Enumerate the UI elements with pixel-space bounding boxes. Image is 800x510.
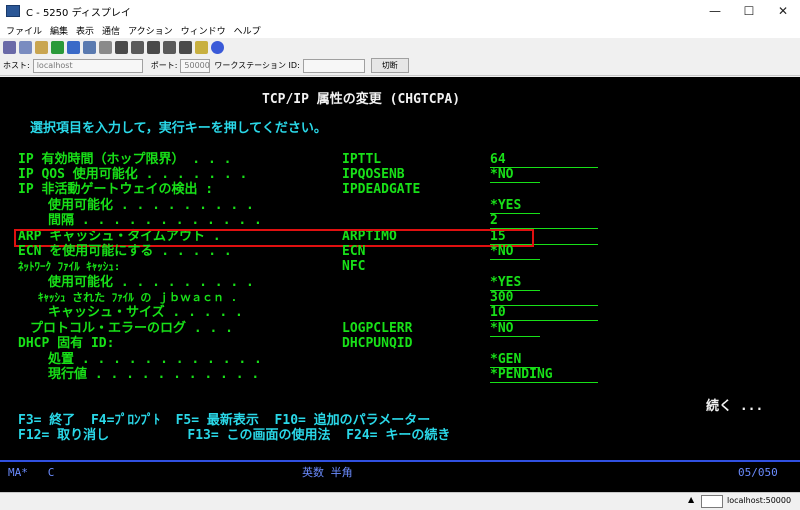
menu-action[interactable]: アクション [128, 24, 173, 37]
row-keyword: LOGPCLERR [342, 321, 413, 336]
row-label: DHCP 固有 ID: [18, 336, 115, 351]
row-label: キャッシュ・サイズ . . . . . [48, 305, 243, 320]
row-label: ｷｬｯｼｭ された ﾌｧｲﾙ の ｊｂｗａｃｎ . [38, 291, 238, 304]
help-icon[interactable] [211, 40, 224, 54]
download-icon[interactable] [51, 40, 64, 54]
scroll-up-icon[interactable]: ▲ [688, 495, 694, 504]
row-label: 使用可能化 . . . . . . . . . [48, 198, 254, 213]
display-icon[interactable] [67, 40, 80, 54]
menu-edit[interactable]: 編集 [50, 24, 68, 37]
row-label: ECN を使用可能にする . . . . . [18, 244, 232, 259]
ipqosenb-field[interactable]: *NO [490, 168, 540, 183]
status-input-mode: 英数 半角 [302, 466, 353, 479]
cursor-position: 05/050 [738, 466, 778, 479]
title-bar: C - 5250 ディスプレイ — ☐ ✕ [0, 0, 800, 22]
ipttl-field[interactable]: 64 [490, 153, 598, 168]
receive-icon[interactable] [179, 40, 192, 54]
row-label: IP 非活動ゲートウェイの検出 : [18, 182, 214, 197]
menu-view[interactable]: 表示 [76, 24, 94, 37]
menu-window[interactable]: ウィンドウ [181, 24, 226, 37]
nfc-enable-field[interactable]: *YES [490, 276, 540, 291]
row-label: IP QOS 使用可能化 . . . . . . . [18, 167, 248, 182]
dhcp-current-field[interactable]: *PENDING [490, 368, 598, 383]
keyboard-icon[interactable] [83, 40, 96, 54]
nfc-size-field[interactable]: 10 [490, 306, 598, 321]
more-indicator: 続く ... [706, 399, 764, 414]
maximize-button[interactable]: ☐ [732, 0, 766, 22]
row-label: ﾈｯﾄﾜｰｸ ﾌｧｲﾙ ｷｬｯｼｭ: [18, 260, 121, 273]
status-mode: MA* C [8, 466, 55, 479]
disconnect-button[interactable]: 切断 [370, 58, 409, 73]
deadgate-interval-field[interactable]: 2 [490, 214, 598, 229]
menu-file[interactable]: ファイル [6, 24, 42, 37]
deadgate-enable-field[interactable]: *YES [490, 199, 540, 214]
menu-help[interactable]: ヘルプ [234, 24, 261, 37]
logpclerr-field[interactable]: *NO [490, 322, 540, 337]
row-keyword: IPDEADGATE [342, 182, 421, 197]
row-keyword: DHCPUNQID [342, 336, 413, 351]
stop-icon[interactable] [131, 40, 144, 54]
status-host: localhost:50000 [727, 496, 792, 505]
screen-title: TCP/IP 属性の変更 (CHGTCPA) [262, 92, 461, 107]
function-keys-line2: F12= 取り消し F13= この画面の使用法 F24= キーの続き [18, 428, 451, 443]
menu-communication[interactable]: 通信 [102, 24, 120, 37]
menu-bar: ファイル 編集 表示 通信 アクション ウィンドウ ヘルプ [0, 22, 800, 38]
row-label: IP 有効時間（ホップ限界） . . . [18, 152, 232, 167]
workstation-label: ワークステーション ID: [214, 61, 300, 70]
row-keyword: NFC [342, 259, 366, 274]
connection-icon [701, 495, 723, 508]
status-separator [0, 460, 800, 462]
row-label: 間隔 . . . . . . . . . . . . [48, 213, 262, 228]
send-icon[interactable] [163, 40, 176, 54]
row-label: 現行値 . . . . . . . . . . . [48, 367, 260, 382]
row-keyword: IPQOSENB [342, 167, 405, 182]
ecn-field[interactable]: *NO [490, 245, 540, 260]
app-icon [6, 5, 20, 17]
record-icon[interactable] [115, 40, 128, 54]
host-field[interactable]: localhost [32, 58, 143, 73]
host-bar: ホスト: localhost ポート: 50000 ワークステーション ID: … [0, 56, 800, 76]
row-label: 使用可能化 . . . . . . . . . [48, 275, 254, 290]
function-keys-line1: F3= 終了 F4=ﾌﾟﾛﾝﾌﾟﾄ F5= 最新表示 F10= 追加のパラメータ… [18, 413, 431, 428]
terminal-screen[interactable]: TCP/IP 属性の変更 (CHGTCPA) 選択項目を入力して，実行キーを押し… [0, 77, 800, 492]
macro-icon[interactable] [99, 40, 112, 54]
host-label: ホスト: [3, 61, 30, 70]
minimize-button[interactable]: — [698, 0, 732, 22]
play-icon[interactable] [147, 40, 160, 54]
workstation-field[interactable] [302, 58, 365, 73]
row-keyword: ECN [342, 244, 366, 259]
print-icon[interactable] [3, 40, 16, 54]
toolbar [0, 38, 800, 56]
row-label: 処置 . . . . . . . . . . . . [48, 352, 262, 367]
window-title: C - 5250 ディスプレイ [26, 7, 131, 19]
paste-icon[interactable] [35, 40, 48, 54]
notes-icon[interactable] [195, 40, 208, 54]
port-label: ポート: [150, 61, 178, 70]
row-keyword: IPTTL [342, 152, 382, 167]
status-bar: ▲ localhost:50000 [0, 492, 800, 510]
port-field[interactable]: 50000 [180, 58, 211, 73]
copy-icon[interactable] [19, 40, 32, 54]
row-label: プロトコル・エラーのログ . . . [30, 321, 233, 336]
dhcp-action-field[interactable]: *GEN [490, 353, 540, 368]
close-button[interactable]: ✕ [766, 0, 800, 22]
nfc-timeout-field[interactable]: 300 [490, 291, 598, 306]
instruction-text: 選択項目を入力して，実行キーを押してください。 [30, 121, 327, 136]
